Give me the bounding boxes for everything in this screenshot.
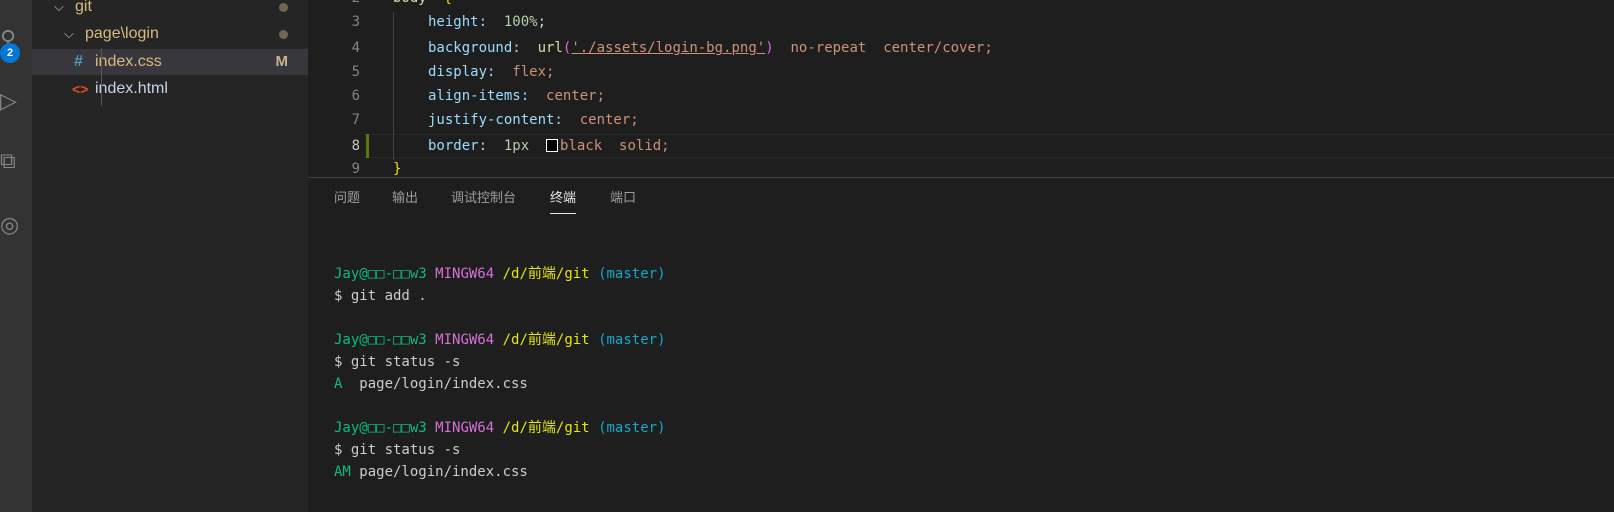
color-swatch[interactable] [546, 139, 559, 152]
line-number: 3 [351, 14, 360, 30]
explorer-sidebar: ⌵ git ⌵ page\login # index.css M <> inde… [32, 0, 308, 512]
modified-line-indicator [366, 134, 369, 158]
line-number: 4 [351, 40, 360, 56]
modified-dot-icon [279, 30, 288, 39]
line-number: 5 [351, 64, 360, 80]
folder-label: page\login [85, 25, 159, 42]
css-hash-icon: # [74, 53, 83, 70]
extensions-icon[interactable]: ⧉ [0, 148, 22, 174]
command-line: $ git status -s [334, 354, 461, 370]
tab-output[interactable]: 输出 [392, 188, 418, 214]
modified-dot-icon [279, 3, 288, 12]
folder-label: git [75, 0, 92, 15]
chevron-down-icon: ⌵ [64, 26, 74, 41]
tree-folder-page-login[interactable]: ⌵ page\login [32, 21, 308, 47]
file-label: index.css [95, 53, 162, 70]
indent-guide [101, 48, 102, 106]
status-line: AM page/login/index.css [334, 464, 528, 480]
tree-file-index-css[interactable]: # index.css M [32, 49, 308, 75]
tab-ports[interactable]: 端口 [610, 188, 636, 214]
code-line-8: border: 1px black solid; [428, 138, 670, 154]
file-label: index.html [95, 80, 168, 97]
code-line-3: height: 100%; [428, 14, 547, 30]
line-number: 6 [351, 88, 360, 104]
line-number: 2 [308, 0, 360, 10]
code-line-5: display: flex; [428, 64, 555, 80]
prompt-line: Jay@□□-□□w3 MINGW64 /d/前端/git (master) [334, 420, 666, 436]
code-line-2: body { [393, 0, 452, 10]
code-line-7: justify-content: center; [428, 112, 639, 128]
prompt-line: Jay@□□-□□w3 MINGW64 /d/前端/git (master) [334, 332, 666, 348]
indent-guide [393, 12, 394, 160]
tree-folder-git[interactable]: ⌵ git [32, 0, 308, 20]
chevron-down-icon: ⌵ [54, 0, 64, 14]
code-line-6: align-items: center; [428, 88, 606, 104]
tab-problems[interactable]: 问题 [334, 188, 360, 214]
prompt-line: Jay@□□-□□w3 MINGW64 /d/前端/git (master) [334, 266, 666, 282]
html-brackets-icon: <> [72, 81, 89, 97]
bottom-panel: 问题 输出 调试控制台 终端 端口 Jay@□□-□□w3 MINGW64 /d… [308, 177, 1614, 512]
remote-icon[interactable]: ◎ [0, 212, 22, 238]
terminal-output[interactable]: Jay@□□-□□w3 MINGW64 /d/前端/git (master) $ … [334, 263, 666, 483]
scm-badge: 2 [0, 43, 20, 63]
tree-file-index-html[interactable]: <> index.html [32, 76, 308, 102]
code-line-4: background: url('./assets/login-bg.png')… [428, 40, 993, 56]
command-line: $ git add . [334, 288, 427, 304]
code-editor[interactable]: 2 3 4 5 6 7 8 9 body { height: 100%; bac… [308, 0, 1614, 177]
activity-bar: ⚲ 2 ▷ ⧉ ◎ [0, 0, 32, 512]
command-line: $ git status -s [334, 442, 461, 458]
git-status-badge: M [275, 53, 289, 70]
tab-terminal[interactable]: 终端 [550, 188, 577, 214]
line-number: 8 [351, 138, 360, 154]
tab-debug-console[interactable]: 调试控制台 [451, 188, 516, 214]
status-line: A page/login/index.css [334, 376, 528, 392]
line-number: 7 [351, 112, 360, 128]
run-debug-icon[interactable]: ▷ [0, 88, 22, 114]
